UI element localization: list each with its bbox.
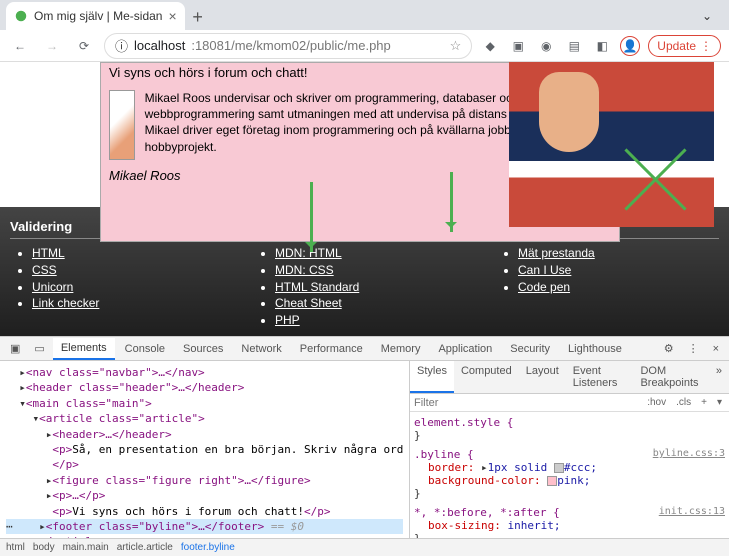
footer-link[interactable]: Mät prestanda	[518, 245, 719, 262]
footer-link[interactable]: Link checker	[32, 295, 233, 312]
browser-tab[interactable]: Om mig själv | Me-sidan ×	[6, 2, 185, 30]
footer-link[interactable]: HTML Standard	[275, 279, 476, 296]
eventlisteners-tab[interactable]: Event Listeners	[566, 361, 634, 393]
footer-link[interactable]: PHP	[275, 312, 476, 329]
star-icon[interactable]: ☆	[450, 38, 462, 54]
extension-icon[interactable]: ◉	[536, 36, 556, 56]
footer-link[interactable]: Cheat Sheet	[275, 295, 476, 312]
annotation-arrow-icon	[450, 172, 453, 232]
extension-icon[interactable]: ◆	[480, 36, 500, 56]
devtools: ▣ ▭ Elements Console Sources Network Per…	[0, 336, 729, 556]
avatar	[109, 90, 135, 160]
crumb[interactable]: footer.byline	[181, 542, 235, 553]
tab-security[interactable]: Security	[502, 339, 558, 359]
footer-link[interactable]: Unicorn	[32, 279, 233, 296]
dom-tree[interactable]: ▸<nav class="navbar">…</nav> ▸<header cl…	[0, 361, 409, 538]
annotation-arrow-icon	[310, 182, 313, 252]
new-tab-button[interactable]: +	[185, 4, 211, 30]
extension-icon[interactable]: ◧	[592, 36, 612, 56]
styles-tab[interactable]: Styles	[410, 361, 454, 393]
close-icon[interactable]: ×	[707, 339, 725, 359]
tab-elements[interactable]: Elements	[53, 338, 115, 360]
layout-tab[interactable]: Layout	[519, 361, 566, 393]
address-bar[interactable]: ⓘ localhost :18081/me/kmom02/public/me.ph…	[104, 33, 472, 59]
gear-icon[interactable]: ⚙	[658, 338, 680, 359]
footer-link[interactable]: MDN: CSS	[275, 262, 476, 279]
footer-link[interactable]: HTML	[32, 245, 233, 262]
crumb[interactable]: html	[6, 542, 25, 553]
forward-button[interactable]: →	[40, 34, 64, 58]
extension-icon[interactable]: ▤	[564, 36, 584, 56]
close-icon[interactable]: ×	[168, 8, 176, 24]
back-button[interactable]: ←	[8, 34, 32, 58]
reload-button[interactable]: ⟳	[72, 34, 96, 58]
crumb[interactable]: article.article	[117, 542, 173, 553]
tab-network[interactable]: Network	[233, 339, 289, 359]
info-icon: ⓘ	[115, 36, 128, 55]
selected-node: ⋯ ▸<footer class="byline">…</footer> == …	[6, 519, 403, 534]
footer-link[interactable]: Can I Use	[518, 262, 719, 279]
device-icon[interactable]: ▭	[28, 338, 50, 359]
profile-icon[interactable]: 👤	[620, 36, 640, 56]
globe-icon	[14, 9, 28, 23]
tab-sources[interactable]: Sources	[175, 339, 231, 359]
url-path: :18081/me/kmom02/public/me.php	[191, 38, 390, 53]
css-rules[interactable]: element.style {} byline.css:3 .byline { …	[410, 412, 729, 538]
new-rule-button[interactable]: +	[698, 396, 710, 409]
hov-toggle[interactable]: :hov	[644, 396, 669, 409]
window-minimize-icon[interactable]: ⌄	[685, 2, 729, 30]
dombreakpoints-tab[interactable]: DOM Breakpoints	[633, 361, 708, 393]
devtools-tabs: ▣ ▭ Elements Console Sources Network Per…	[0, 337, 729, 361]
browser-toolbar: ← → ⟳ ⓘ localhost :18081/me/kmom02/public…	[0, 30, 729, 62]
tab-performance[interactable]: Performance	[292, 339, 371, 359]
extension-icon[interactable]: ▣	[508, 36, 528, 56]
annotation-x-icon	[624, 137, 684, 197]
tab-console[interactable]: Console	[117, 339, 173, 359]
update-button[interactable]: Update⋮	[648, 35, 721, 57]
more-icon[interactable]: »	[709, 361, 729, 393]
footer-link[interactable]: Code pen	[518, 279, 719, 296]
figure-photo: Mikael Roos pratar gärna med ankan.	[509, 62, 714, 227]
more-icon[interactable]: ⋮	[682, 338, 705, 359]
computed-tab[interactable]: Computed	[454, 361, 519, 393]
more-icon[interactable]: ▾	[714, 396, 725, 409]
styles-pane: Styles Computed Layout Event Listeners D…	[409, 361, 729, 538]
filter-input[interactable]	[414, 397, 640, 409]
breadcrumb: html body main.main article.article foot…	[0, 538, 729, 556]
tab-title: Om mig själv | Me-sidan	[34, 9, 162, 23]
tab-application[interactable]: Application	[430, 339, 500, 359]
footer-link[interactable]: CSS	[32, 262, 233, 279]
cls-toggle[interactable]: .cls	[673, 396, 694, 409]
url-host: localhost	[134, 38, 185, 53]
tab-memory[interactable]: Memory	[373, 339, 429, 359]
page-viewport: Vi syns och hörs i forum och chatt! Mika…	[0, 62, 729, 336]
inspect-icon[interactable]: ▣	[4, 338, 26, 359]
crumb[interactable]: body	[33, 542, 55, 553]
tab-bar: Om mig själv | Me-sidan × + ⌄	[0, 0, 729, 30]
tab-lighthouse[interactable]: Lighthouse	[560, 339, 630, 359]
crumb[interactable]: main.main	[63, 542, 109, 553]
